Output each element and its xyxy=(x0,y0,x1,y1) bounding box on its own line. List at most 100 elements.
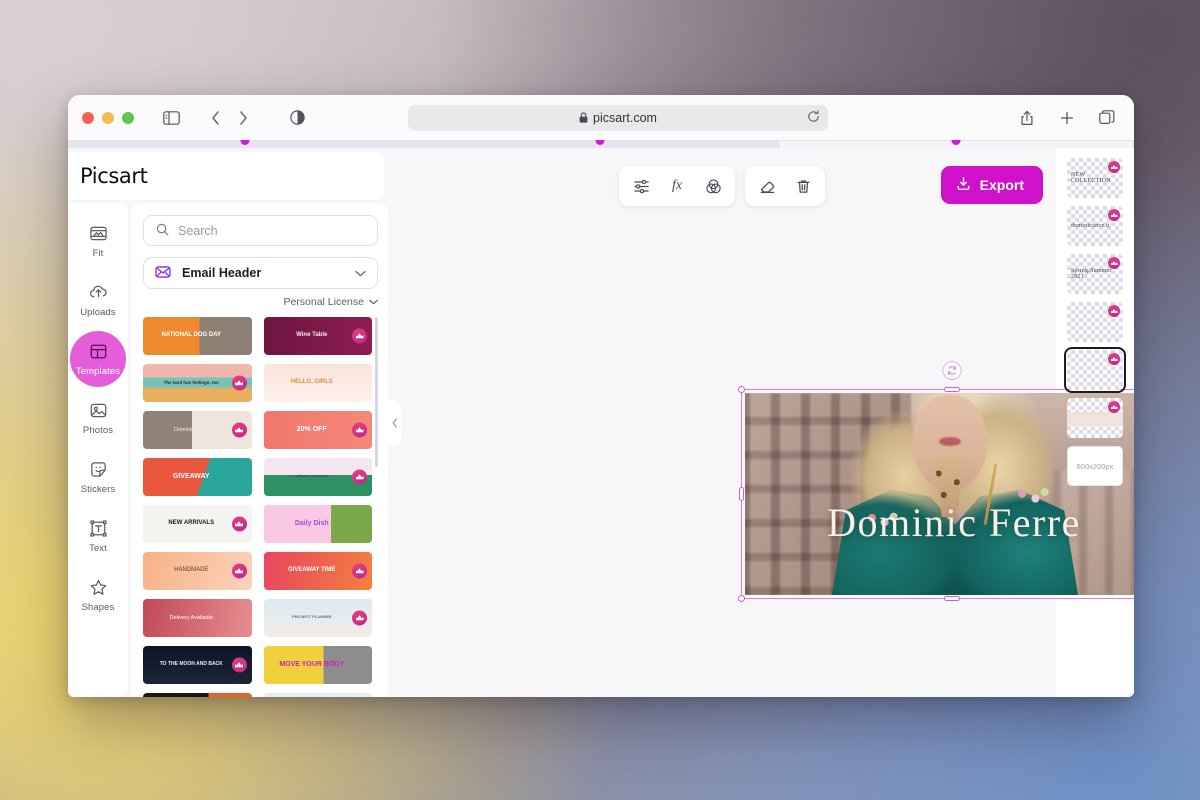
template-thumbnail[interactable]: The land has feelings, too xyxy=(143,364,252,402)
layer-new-collection[interactable]: NEW COLLECTION xyxy=(1067,158,1123,198)
sidebar-item-templates[interactable]: Templates xyxy=(70,331,126,387)
template-thumbnail[interactable]: self-care saturdays xyxy=(264,458,373,496)
reader-view-icon[interactable] xyxy=(284,105,310,131)
browser-tab-active[interactable] xyxy=(779,141,1134,148)
fx-effects-icon[interactable]: fx xyxy=(661,170,693,202)
template-thumbnail[interactable]: Dominic Ferre xyxy=(143,411,252,449)
template-title: GIVEAWAY TIME xyxy=(284,567,351,574)
resize-handle-left[interactable] xyxy=(739,487,744,501)
template-title: TO THE MOON AND BACK xyxy=(156,662,239,668)
sidebar-item-text[interactable]: Text xyxy=(70,508,126,564)
template-thumbnail[interactable]: PROJECT PLANNER xyxy=(264,599,373,637)
pro-crown-icon xyxy=(232,657,247,672)
pro-crown-icon xyxy=(232,375,247,390)
browser-window: picsart.com Picsart xyxy=(68,95,1134,697)
window-controls[interactable] xyxy=(82,112,134,124)
tab-overview-icon[interactable] xyxy=(1094,105,1120,131)
maximize-window-button[interactable] xyxy=(122,112,134,124)
address-bar[interactable]: picsart.com xyxy=(408,105,828,131)
template-thumbnail[interactable]: HANDMADE xyxy=(143,552,252,590)
collapse-left-panel-button[interactable] xyxy=(388,400,401,446)
pro-crown-icon xyxy=(1108,257,1120,269)
sidebar-item-label: Fit xyxy=(93,248,104,259)
design-title-text[interactable]: Dominic Ferre xyxy=(745,499,1134,546)
layers-panel[interactable]: NEW COLLECTION dominicferre.it Spring/Summ… xyxy=(1056,148,1134,697)
template-thumbnail[interactable]: MOVE YOUR BODY xyxy=(264,646,373,684)
sidebar-item-label: Stickers xyxy=(81,484,116,495)
template-thumbnail[interactable] xyxy=(143,693,252,697)
layer-thumbnail-fill xyxy=(1067,412,1123,425)
object-toolbar: fx xyxy=(619,166,825,206)
category-value: Email Header xyxy=(182,266,261,280)
template-thumbnail[interactable]: GIVEAWAY xyxy=(143,458,252,496)
sidebar-item-fit[interactable]: Fit xyxy=(70,213,126,269)
pro-crown-icon xyxy=(352,422,367,437)
layer-spring-summer[interactable]: Spring/Summer 2021 xyxy=(1067,254,1123,294)
template-thumbnail[interactable]: 20% OFF xyxy=(264,411,373,449)
layer-empty[interactable] xyxy=(1067,302,1123,342)
blend-mode-icon[interactable] xyxy=(697,170,729,202)
template-thumbnail[interactable]: Delivery Available xyxy=(143,599,252,637)
minimize-window-button[interactable] xyxy=(102,112,114,124)
sidebar-item-uploads[interactable]: Uploads xyxy=(70,272,126,328)
toolbar-group-actions xyxy=(745,166,825,206)
license-selector[interactable]: Personal License xyxy=(283,296,378,308)
template-thumbnail[interactable]: TO THE MOON AND BACK xyxy=(143,646,252,684)
back-arrow-icon[interactable] xyxy=(202,105,228,131)
sidebar-item-label: Text xyxy=(89,543,107,554)
template-thumbnail[interactable]: Daily Dish xyxy=(264,505,373,543)
sidebar-item-label: Photos xyxy=(83,425,113,436)
close-window-button[interactable] xyxy=(82,112,94,124)
left-column: Picsart Fit Uploads Templates xyxy=(68,148,388,697)
template-thumbnail[interactable]: HELLO, GIRLS xyxy=(264,364,373,402)
forward-arrow-icon[interactable] xyxy=(230,105,256,131)
layer-selected[interactable] xyxy=(1067,350,1123,390)
search-input[interactable]: Search xyxy=(143,215,378,246)
canvas-size-thumbnail[interactable]: 600x200px xyxy=(1067,446,1123,486)
url-text: picsart.com xyxy=(593,111,657,125)
resize-handle-bottom[interactable] xyxy=(944,596,960,601)
template-title: Delivery Available xyxy=(166,615,229,621)
lock-icon xyxy=(579,112,588,123)
export-button[interactable]: Export xyxy=(941,166,1043,204)
sidebar-item-shapes[interactable]: Shapes xyxy=(70,567,126,623)
resize-handle-top[interactable] xyxy=(944,387,960,392)
template-thumbnail[interactable] xyxy=(264,693,373,697)
template-thumbnail[interactable]: NATIONAL DOG DAY xyxy=(143,317,252,355)
template-title: The land has feelings, too xyxy=(160,380,235,385)
canvas-area[interactable]: fx Ex xyxy=(388,148,1056,697)
sidebar-toggle-icon[interactable] xyxy=(158,105,184,131)
rotate-handle-icon[interactable] xyxy=(943,361,962,380)
pro-crown-icon xyxy=(1108,161,1120,173)
email-header-icon xyxy=(155,265,171,282)
template-title: Daily Dish xyxy=(291,520,345,528)
template-title: NEW ARRIVALS xyxy=(164,520,230,527)
layer-handle-text[interactable]: dominicferre.it xyxy=(1067,206,1123,246)
pro-crown-icon xyxy=(1108,353,1120,365)
trash-icon[interactable] xyxy=(787,170,819,202)
plus-icon[interactable] xyxy=(1054,105,1080,131)
template-thumbnail[interactable]: GIVEAWAY TIME xyxy=(264,552,373,590)
pro-crown-icon xyxy=(1108,209,1120,221)
pro-crown-icon xyxy=(1108,305,1120,317)
templates-scrollbar[interactable] xyxy=(375,317,378,467)
sidebar-item-stickers[interactable]: Stickers xyxy=(70,449,126,505)
template-thumbnail[interactable]: Wine Table xyxy=(264,317,373,355)
pro-crown-icon xyxy=(232,516,247,531)
template-title: MOVE YOUR BODY xyxy=(275,661,360,669)
picsart-logo[interactable]: Picsart xyxy=(80,164,147,188)
adjust-sliders-icon[interactable] xyxy=(625,170,657,202)
resize-handle-bottom-left[interactable] xyxy=(738,595,745,602)
browser-tab[interactable] xyxy=(68,141,423,148)
resize-handle-top-left[interactable] xyxy=(738,386,745,393)
sidebar-item-photos[interactable]: Photos xyxy=(70,390,126,446)
layer-background-panel[interactable] xyxy=(1067,398,1123,438)
templates-scroll-area[interactable]: NATIONAL DOG DAY Wine Table The land has f… xyxy=(143,317,378,697)
eraser-icon[interactable] xyxy=(751,170,783,202)
toolbar-group-edit: fx xyxy=(619,166,735,206)
reload-icon[interactable] xyxy=(807,110,820,126)
category-select[interactable]: Email Header xyxy=(143,257,378,288)
browser-tab[interactable] xyxy=(423,141,778,148)
share-icon[interactable] xyxy=(1014,105,1040,131)
template-thumbnail[interactable]: NEW ARRIVALS xyxy=(143,505,252,543)
